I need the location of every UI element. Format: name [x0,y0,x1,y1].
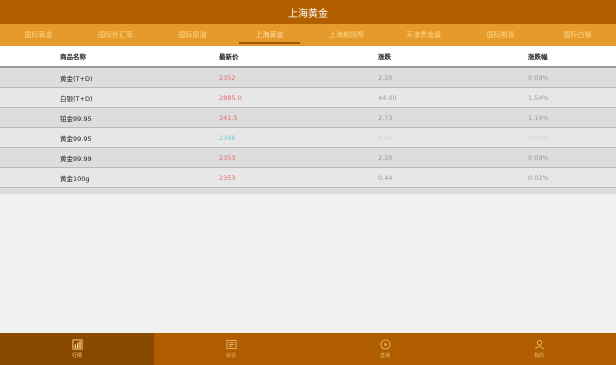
column-header-name: 商品名称 [60,53,86,61]
news-icon [225,339,237,350]
row-change: 2.20 [378,153,393,162]
table-row[interactable]: 黄金100g 2353 0.44 0.02% [0,168,616,188]
row-price: 2353 [219,173,236,182]
row-change: 44.00 [378,93,397,102]
tab-label: 国际原油 [178,31,207,39]
row-pct: 0.09% [528,153,549,162]
row-change: 2.73 [378,113,393,122]
tab-label: 天津贵金属 [406,31,441,39]
bottom-tab-label: 直播 [379,353,390,359]
tab-shanghai-gold[interactable]: 上海黄金 [231,24,308,46]
row-name: 黄金99.99 [60,154,92,163]
table-row[interactable]: 黄金(T+D) 2352 2.20 0.09% [0,68,616,88]
row-change: 0.00 [378,133,393,142]
row-price: 2353 [219,153,236,162]
tab-shanghai-futures[interactable]: 上海期货所 [308,24,385,46]
row-name: 白银(T+D) [60,94,93,103]
tab-label: 上海期货所 [329,31,364,39]
user-icon [534,339,544,350]
tab-label: 国际白银 [563,31,592,39]
table-row[interactable]: 黄金99.95 2346 0.00 0.00% [0,128,616,148]
quote-table: 商品名称 最新价 涨跌 涨跌幅 黄金(T+D) 2352 2.20 0.09% … [0,46,616,194]
tab-label: 国际外汇率 [98,31,133,39]
bottom-tab-market[interactable]: 行情 [0,333,154,365]
chart-icon [71,339,83,350]
tab-label: 上海黄金 [255,31,284,39]
table-row[interactable]: 白银(T+D) 2885.0 44.00 1.54% [0,88,616,108]
row-price: 2346 [219,133,236,142]
row-change: 0.44 [378,173,393,182]
row-name: 黄金99.95 [60,134,92,143]
row-pct: 1.54% [528,93,549,102]
row-name: 铂金99.95 [60,114,92,123]
row-change: 2.20 [378,73,393,82]
tab-international-forex[interactable]: 国际外汇率 [77,24,154,46]
bottom-tab-label: 资讯 [225,353,236,359]
tab-international-oil[interactable]: 国际原油 [154,24,231,46]
row-price: 2885.0 [219,93,242,102]
row-pct: 0.09% [528,73,549,82]
bottom-tab-news[interactable]: 资讯 [154,333,308,365]
market-tab-bar: 国际黄金 国际外汇率 国际原油 上海黄金 上海期货所 天津贵金属 国际期货 国际… [0,24,616,46]
bottom-tab-label: 行情 [71,353,82,359]
row-pct: 1.14% [528,113,549,122]
table-row[interactable]: 铂金99.95 241.5 2.73 1.14% [0,108,616,128]
bottom-navigation: 行情 资讯 直播 我的 [0,333,616,365]
table-row[interactable]: 黄金99.99 2353 2.20 0.09% [0,148,616,168]
tab-international-silver[interactable]: 国际白银 [539,24,616,46]
bottom-tab-profile[interactable]: 我的 [462,333,616,365]
tab-label: 国际期货 [486,31,515,39]
tab-tianjin-metals[interactable]: 天津贵金属 [385,24,462,46]
row-price: 241.5 [219,113,238,122]
table-header: 商品名称 最新价 涨跌 涨跌幅 [0,46,616,68]
bottom-tab-label: 我的 [533,353,544,359]
column-header-price: 最新价 [219,53,239,61]
title-bar: 上海黄金 [0,0,616,24]
row-pct: 0.00% [528,133,549,142]
tab-label: 国际黄金 [24,31,53,39]
tab-international-futures[interactable]: 国际期货 [462,24,539,46]
bottom-tab-live[interactable]: 直播 [308,333,462,365]
page-title: 上海黄金 [288,8,328,20]
row-name: 黄金100g [60,174,90,183]
column-header-pct: 涨跌幅 [528,53,548,61]
tab-international-gold[interactable]: 国际黄金 [0,24,77,46]
column-header-change: 涨跌 [378,53,391,61]
row-pct: 0.02% [528,173,549,182]
empty-content-area [0,194,616,333]
row-name: 黄金(T+D) [60,74,93,83]
row-price: 2352 [219,73,236,82]
live-icon [379,339,391,350]
